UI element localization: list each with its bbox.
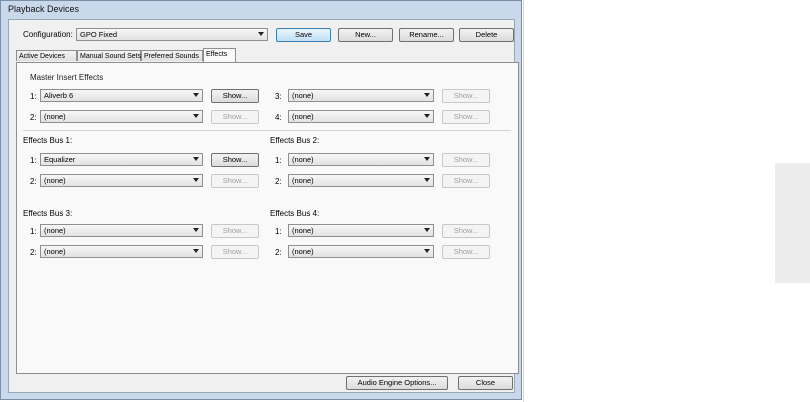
bus-3-slot-2-select[interactable]: (none) [40, 245, 203, 258]
save-button[interactable]: Save [276, 28, 331, 42]
configuration-value: GPO Fixed [80, 30, 118, 39]
bus-1-slot-2-show-button[interactable]: Show... [211, 174, 259, 188]
chevron-down-icon [193, 114, 199, 118]
master-slot-1-show-button[interactable]: Show... [211, 89, 259, 103]
dialog-client-area: Configuration: GPO Fixed Save New... Ren… [8, 19, 519, 393]
bus-2-slot-2-show-button[interactable]: Show... [442, 174, 490, 188]
playback-devices-window: Playback Devices Configuration: GPO Fixe… [0, 0, 522, 400]
master-slot-4-show-button[interactable]: Show... [442, 110, 490, 124]
bus-2-slot-1-show-button[interactable]: Show... [442, 153, 490, 167]
slot-value: (none) [292, 226, 314, 235]
slot-number-label: 1: [275, 227, 282, 236]
slot-value: (none) [44, 247, 66, 256]
slot-value: (none) [292, 112, 314, 121]
slot-number-label: 1: [30, 227, 37, 236]
master-slot-2-show-button[interactable]: Show... [211, 110, 259, 124]
effects-bus-2-title: Effects Bus 2: [270, 136, 320, 145]
bus-4-slot-2-select[interactable]: (none) [288, 245, 434, 258]
master-insert-title: Master Insert Effects [30, 73, 104, 82]
slot-number-label: 2: [30, 177, 37, 186]
tab-active-devices[interactable]: Active Devices [16, 50, 77, 61]
slot-number-label: 1: [275, 156, 282, 165]
slot-number-label: 3: [275, 92, 282, 101]
configuration-label: Configuration: [23, 30, 73, 39]
chevron-down-icon [193, 157, 199, 161]
master-slot-3-show-button[interactable]: Show... [442, 89, 490, 103]
background-divider [523, 0, 524, 402]
chevron-down-icon [424, 157, 430, 161]
master-slot-2-select[interactable]: (none) [40, 110, 203, 123]
bus-4-slot-2-show-button[interactable]: Show... [442, 245, 490, 259]
background-panel [775, 163, 810, 283]
section-divider [23, 130, 511, 131]
master-slot-1-select[interactable]: Aliverb 6 [40, 89, 203, 102]
slot-value: (none) [292, 176, 314, 185]
tab-manual-sound-sets[interactable]: Manual Sound Sets [77, 50, 141, 61]
slot-number-label: 1: [30, 156, 37, 165]
slot-value: Equalizer [44, 155, 76, 164]
audio-engine-options-button[interactable]: Audio Engine Options... [346, 376, 448, 390]
slot-value: Aliverb 6 [44, 91, 74, 100]
rename-button[interactable]: Rename... [399, 28, 454, 42]
bus-3-slot-1-show-button[interactable]: Show... [211, 224, 259, 238]
slot-value: (none) [292, 155, 314, 164]
slot-value: (none) [44, 112, 66, 121]
chevron-down-icon [193, 228, 199, 232]
bus-3-slot-1-select[interactable]: (none) [40, 224, 203, 237]
bus-1-slot-1-select[interactable]: Equalizer [40, 153, 203, 166]
chevron-down-icon [193, 93, 199, 97]
effects-panel: Master Insert Effects 1: Aliverb 6 Show.… [16, 62, 519, 374]
chevron-down-icon [424, 228, 430, 232]
bus-2-slot-1-select[interactable]: (none) [288, 153, 434, 166]
slot-number-label: 2: [30, 248, 37, 257]
chevron-down-icon [193, 249, 199, 253]
slot-value: (none) [44, 176, 66, 185]
slot-number-label: 2: [275, 177, 282, 186]
effects-bus-4-title: Effects Bus 4: [270, 209, 320, 218]
slot-value: (none) [44, 226, 66, 235]
bus-4-slot-1-select[interactable]: (none) [288, 224, 434, 237]
chevron-down-icon [424, 178, 430, 182]
configuration-select[interactable]: GPO Fixed [76, 28, 268, 41]
master-slot-4-select[interactable]: (none) [288, 110, 434, 123]
bus-1-slot-1-show-button[interactable]: Show... [211, 153, 259, 167]
slot-value: (none) [292, 247, 314, 256]
close-button[interactable]: Close [458, 376, 513, 390]
effects-bus-1-title: Effects Bus 1: [23, 136, 73, 145]
chevron-down-icon [424, 249, 430, 253]
bus-2-slot-2-select[interactable]: (none) [288, 174, 434, 187]
slot-number-label: 2: [30, 113, 37, 122]
slot-number-label: 4: [275, 113, 282, 122]
slot-value: (none) [292, 91, 314, 100]
master-slot-3-select[interactable]: (none) [288, 89, 434, 102]
tab-preferred-sounds[interactable]: Preferred Sounds [141, 50, 203, 61]
new-button[interactable]: New... [338, 28, 393, 42]
chevron-down-icon [193, 178, 199, 182]
chevron-down-icon [424, 114, 430, 118]
bus-1-slot-2-select[interactable]: (none) [40, 174, 203, 187]
bus-3-slot-2-show-button[interactable]: Show... [211, 245, 259, 259]
window-title: Playback Devices [8, 4, 80, 14]
bus-4-slot-1-show-button[interactable]: Show... [442, 224, 490, 238]
tab-effects[interactable]: Effects [203, 48, 236, 62]
effects-bus-3-title: Effects Bus 3: [23, 209, 73, 218]
chevron-down-icon [424, 93, 430, 97]
slot-number-label: 1: [30, 92, 37, 101]
slot-number-label: 2: [275, 248, 282, 257]
chevron-down-icon [258, 32, 264, 36]
delete-button[interactable]: Delete [459, 28, 514, 42]
